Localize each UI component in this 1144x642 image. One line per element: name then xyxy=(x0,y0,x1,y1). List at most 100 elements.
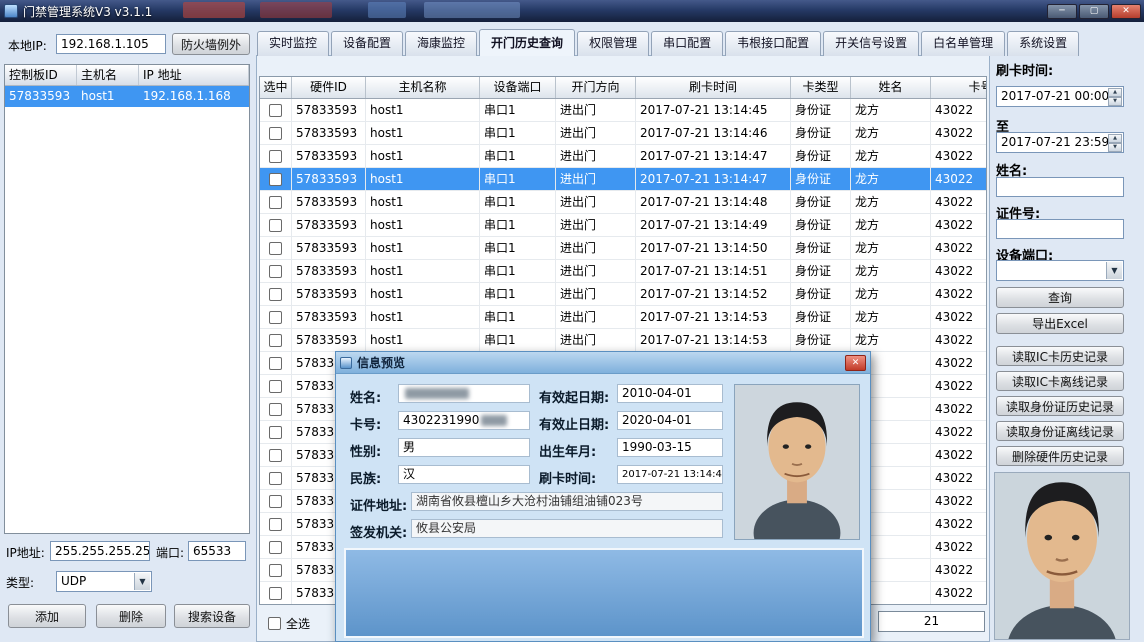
column-header[interactable]: IP 地址 xyxy=(139,65,249,85)
table-row[interactable]: 57833593host1串口1进出门2017-07-21 13:14:53身份… xyxy=(260,329,986,352)
tab-3[interactable]: 开门历史查询 xyxy=(479,29,575,56)
read-ic-history-button[interactable]: 读取IC卡历史记录 xyxy=(996,346,1124,366)
table-row[interactable]: 57833593host1串口1进出门2017-07-21 13:14:51身份… xyxy=(260,260,986,283)
dialog-title-bar[interactable]: 信息预览 xyxy=(336,352,870,374)
row-checkbox[interactable] xyxy=(269,357,282,370)
row-checkbox[interactable] xyxy=(269,380,282,393)
row-checkbox[interactable] xyxy=(269,311,282,324)
row-checkbox[interactable] xyxy=(269,173,282,186)
search-device-button[interactable]: 搜索设备 xyxy=(174,604,250,628)
tab-7[interactable]: 开关信号设置 xyxy=(823,31,919,56)
cell-id: 57833593 xyxy=(292,191,366,213)
column-header[interactable]: 主机名 xyxy=(77,65,139,85)
spin-up-icon[interactable]: ▲ xyxy=(1108,134,1122,143)
row-checkbox[interactable] xyxy=(269,449,282,462)
column-header[interactable]: 姓名 xyxy=(851,77,931,98)
name-input[interactable] xyxy=(996,177,1124,197)
delete-hardware-history-button[interactable]: 删除硬件历史记录 xyxy=(996,446,1124,466)
read-id-history-button[interactable]: 读取身份证历史记录 xyxy=(996,396,1124,416)
row-checkbox[interactable] xyxy=(269,472,282,485)
row-checkbox[interactable] xyxy=(269,265,282,278)
spin-down-icon[interactable]: ▼ xyxy=(1108,97,1122,106)
dialog-close-button[interactable] xyxy=(845,355,866,371)
chevron-down-icon[interactable]: ▼ xyxy=(1106,262,1122,279)
delete-button[interactable]: 删除 xyxy=(96,604,166,628)
row-checkbox[interactable] xyxy=(269,150,282,163)
tab-8[interactable]: 白名单管理 xyxy=(921,31,1005,56)
valid-from-field[interactable]: 2010-04-01 xyxy=(617,384,723,403)
read-id-offline-button[interactable]: 读取身份证离线记录 xyxy=(996,421,1124,441)
ethnicity-field[interactable]: 汉 xyxy=(398,465,530,484)
local-ip-input[interactable]: 192.168.1.105 xyxy=(56,34,166,54)
row-checkbox[interactable] xyxy=(269,219,282,232)
add-button[interactable]: 添加 xyxy=(8,604,86,628)
export-excel-button[interactable]: 导出Excel xyxy=(996,313,1124,334)
ip-input[interactable]: 255.255.255.255 xyxy=(50,541,150,561)
column-header[interactable]: 刷卡时间 xyxy=(636,77,791,98)
birth-date-field[interactable]: 1990-03-15 xyxy=(617,438,723,457)
row-checkbox[interactable] xyxy=(269,104,282,117)
table-row[interactable]: 57833593host1串口1进出门2017-07-21 13:14:45身份… xyxy=(260,99,986,122)
row-checkbox[interactable] xyxy=(269,426,282,439)
table-row[interactable]: 57833593host1串口1进出门2017-07-21 13:14:46身份… xyxy=(260,122,986,145)
row-checkbox[interactable] xyxy=(269,334,282,347)
row-checkbox[interactable] xyxy=(269,196,282,209)
port-input[interactable]: 65533 xyxy=(188,541,246,561)
type-dropdown[interactable]: UDP ▼ xyxy=(56,571,152,592)
tab-0[interactable]: 实时监控 xyxy=(257,31,329,56)
issuer-field[interactable]: 攸县公安局 xyxy=(411,519,723,538)
table-row[interactable]: 57833593host1串口1进出门2017-07-21 13:14:47身份… xyxy=(260,168,986,191)
row-checkbox[interactable] xyxy=(269,403,282,416)
device-port-dropdown[interactable]: ▼ xyxy=(996,260,1124,281)
date-from-input[interactable]: 2017-07-21 00:00 ▲ ▼ xyxy=(996,86,1124,107)
row-checkbox[interactable] xyxy=(269,587,282,600)
tab-4[interactable]: 权限管理 xyxy=(577,31,649,56)
table-row[interactable]: 57833593host1串口1进出门2017-07-21 13:14:47身份… xyxy=(260,145,986,168)
spin-up-icon[interactable]: ▲ xyxy=(1108,88,1122,97)
row-checkbox[interactable] xyxy=(269,242,282,255)
column-header[interactable]: 卡号 xyxy=(931,77,987,98)
firewall-exception-button[interactable]: 防火墙例外 xyxy=(172,33,250,55)
row-checkbox[interactable] xyxy=(269,541,282,554)
tab-5[interactable]: 串口配置 xyxy=(651,31,723,56)
spin-down-icon[interactable]: ▼ xyxy=(1108,143,1122,152)
read-ic-offline-button[interactable]: 读取IC卡离线记录 xyxy=(996,371,1124,391)
column-header[interactable]: 开门方向 xyxy=(556,77,636,98)
column-header[interactable]: 硬件ID xyxy=(292,77,366,98)
table-row[interactable]: 57833593host1串口1进出门2017-07-21 13:14:49身份… xyxy=(260,214,986,237)
table-row[interactable]: 57833593host1串口1进出门2017-07-21 13:14:48身份… xyxy=(260,191,986,214)
card-number-field[interactable]: 4302231990 xyxy=(398,411,530,430)
row-checkbox[interactable] xyxy=(269,518,282,531)
query-button[interactable]: 查询 xyxy=(996,287,1124,308)
table-row[interactable]: 57833593host1串口1进出门2017-07-21 13:14:50身份… xyxy=(260,237,986,260)
table-row[interactable]: 57833593host1串口1进出门2017-07-21 13:14:53身份… xyxy=(260,306,986,329)
row-checkbox[interactable] xyxy=(269,288,282,301)
column-header[interactable]: 主机名称 xyxy=(366,77,480,98)
name-field[interactable] xyxy=(398,384,530,403)
swipe-time-field[interactable]: 2017-07-21 13:14:47 xyxy=(617,465,723,484)
chevron-down-icon[interactable]: ▼ xyxy=(134,573,150,590)
tab-6[interactable]: 韦根接口配置 xyxy=(725,31,821,56)
tab-2[interactable]: 海康监控 xyxy=(405,31,477,56)
close-button[interactable] xyxy=(1111,4,1141,19)
row-checkbox[interactable] xyxy=(269,564,282,577)
gender-field[interactable]: 男 xyxy=(398,438,530,457)
valid-to-field[interactable]: 2020-04-01 xyxy=(617,411,723,430)
minimize-button[interactable] xyxy=(1047,4,1077,19)
column-header[interactable]: 卡类型 xyxy=(791,77,851,98)
column-header[interactable]: 设备端口 xyxy=(480,77,556,98)
column-header[interactable]: 控制板ID xyxy=(5,65,77,85)
controller-row[interactable]: 57833593 host1 192.168.1.168 xyxy=(5,86,249,107)
tab-9[interactable]: 系统设置 xyxy=(1007,31,1079,56)
date-to-input[interactable]: 2017-07-21 23:59 ▲ ▼ xyxy=(996,132,1124,153)
id-number-input[interactable] xyxy=(996,219,1124,239)
tab-1[interactable]: 设备配置 xyxy=(331,31,403,56)
table-row[interactable]: 57833593host1串口1进出门2017-07-21 13:14:52身份… xyxy=(260,283,986,306)
column-header[interactable]: 选中 xyxy=(260,77,292,98)
select-all-checkbox[interactable] xyxy=(268,617,281,630)
row-checkbox[interactable] xyxy=(269,495,282,508)
cell-controller-id: 57833593 xyxy=(5,86,77,107)
row-checkbox[interactable] xyxy=(269,127,282,140)
maximize-button[interactable] xyxy=(1079,4,1109,19)
address-field[interactable]: 湖南省攸县檀山乡大沧村油铺组油铺023号 xyxy=(411,492,723,511)
